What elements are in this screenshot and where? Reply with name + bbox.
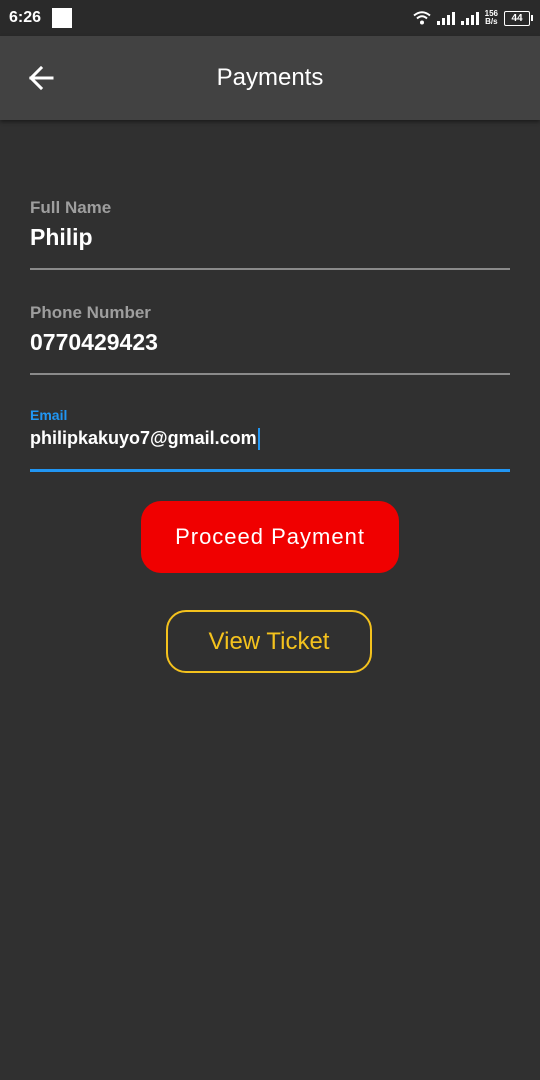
net-speed-unit: B/s [485, 17, 498, 26]
status-time: 6:26 [9, 9, 42, 26]
phone-number-value[interactable]: 0770429423 [30, 329, 510, 356]
email-field[interactable]: Email philipkakuyo7@gmail.com [30, 407, 510, 473]
page-title: Payments [216, 64, 324, 91]
view-ticket-button[interactable]: View Ticket [166, 610, 372, 673]
full-name-field[interactable]: Full Name Philip [30, 198, 510, 272]
battery-icon: 44 [504, 10, 533, 26]
app-bar: Payments [0, 36, 540, 120]
phone-number-field[interactable]: Phone Number 0770429423 [30, 303, 510, 377]
email-input[interactable]: philipkakuyo7@gmail.com [30, 428, 510, 451]
wifi-icon [413, 11, 431, 25]
full-name-label: Full Name [30, 198, 112, 217]
email-underline [30, 469, 510, 472]
email-label: Email [30, 407, 68, 423]
signal-icon [436, 11, 455, 25]
notification-icon [52, 8, 72, 28]
status-icons: 156 B/s 44 [413, 8, 533, 28]
text-cursor [257, 428, 260, 451]
email-value: philipkakuyo7@gmail.com [30, 428, 257, 448]
proceed-payment-button[interactable]: Proceed Payment [141, 501, 399, 573]
full-name-underline [30, 268, 510, 270]
signal-icon-2 [460, 11, 479, 25]
full-name-value[interactable]: Philip [30, 224, 510, 251]
battery-level: 44 [511, 12, 523, 24]
phone-number-underline [30, 373, 510, 375]
phone-number-label: Phone Number [30, 303, 151, 322]
status-bar: 6:26 156 B/s 44 [0, 0, 540, 36]
net-speed: 156 B/s [485, 10, 498, 26]
